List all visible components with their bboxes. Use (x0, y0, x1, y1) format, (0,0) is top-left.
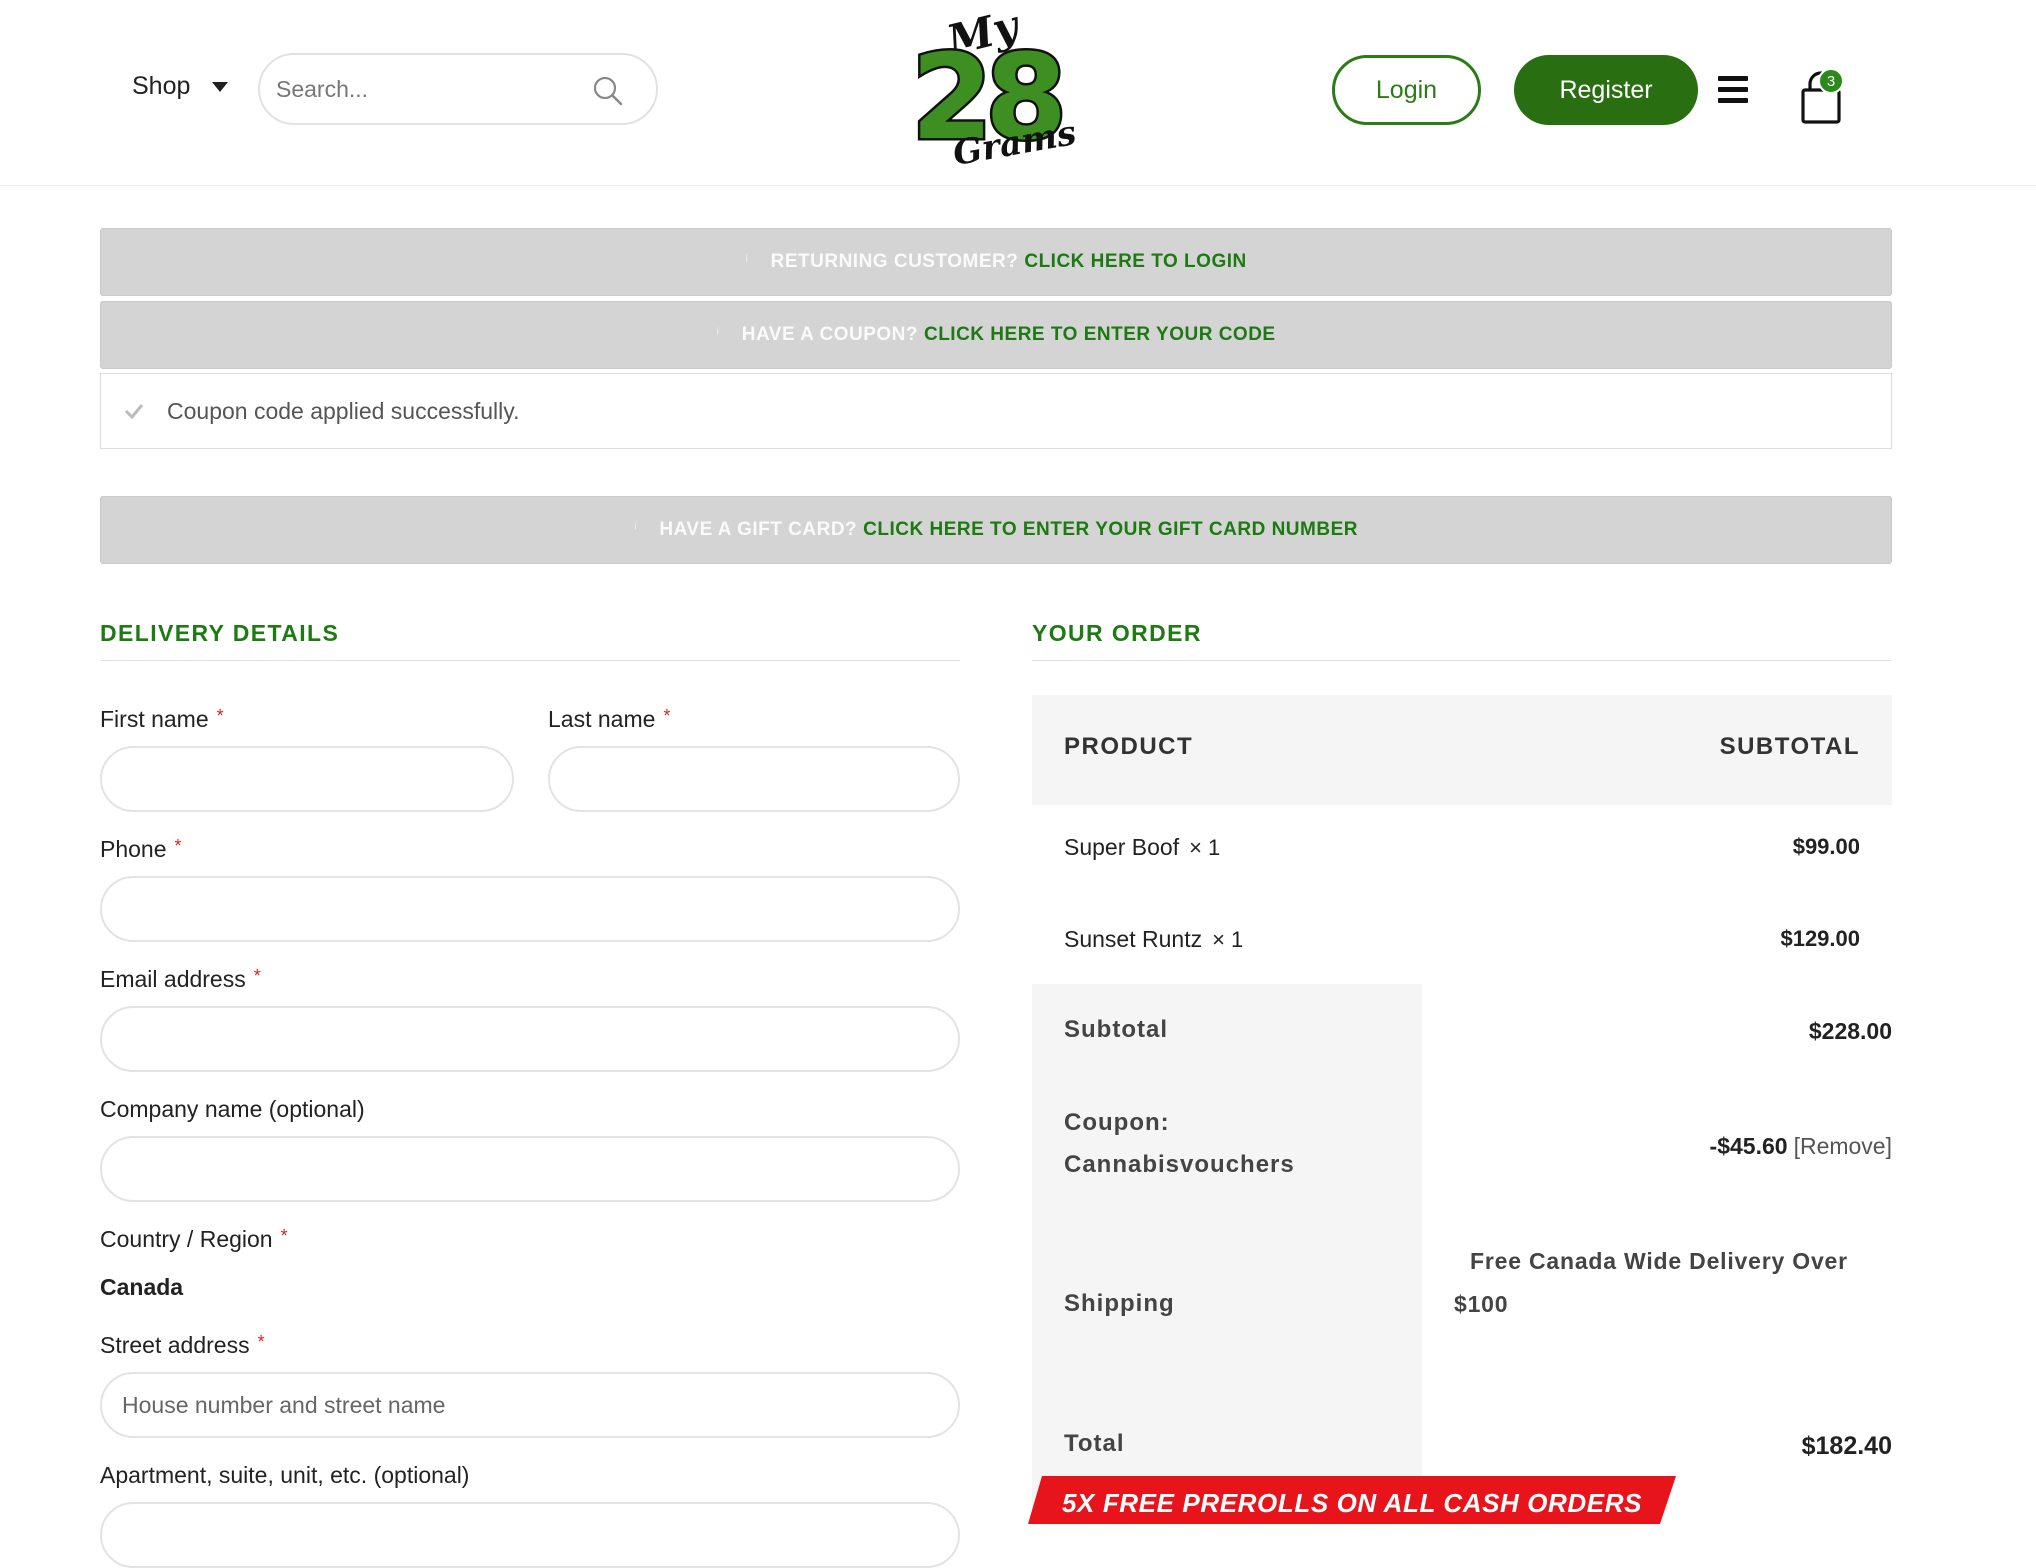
product-column-header: PRODUCT (1064, 733, 1194, 760)
remove-coupon-link[interactable]: [Remove] (1794, 1133, 1892, 1159)
info-icon: ⁱ (716, 327, 720, 344)
email-field (100, 1006, 960, 1072)
gift-card-question-text: HAVE A GIFT CARD? (659, 519, 858, 540)
order-item-row: Super Boof × 1 $99.00 (1032, 800, 1892, 892)
info-icon: ⁱ (634, 522, 638, 539)
returning-customer-text: RETURNING CUSTOMER? (770, 251, 1019, 272)
search-box (258, 53, 658, 125)
cart-count-badge: 3 (1818, 68, 1844, 94)
your-order-title: YOUR ORDER (1032, 620, 1202, 646)
coupon-discount-value: -$45.60 (1709, 1133, 1788, 1159)
login-link[interactable]: CLICK HERE TO LOGIN (1024, 251, 1246, 273)
country-value: Canada (100, 1274, 184, 1300)
phone-input[interactable] (102, 878, 958, 940)
shop-menu[interactable]: Shop (132, 72, 229, 101)
delivery-divider (100, 660, 960, 661)
register-button[interactable]: Register (1514, 55, 1698, 125)
info-icon: ⁱ (745, 254, 749, 271)
product-price: $99.00 (1792, 834, 1860, 859)
chevron-down-icon (212, 81, 229, 92)
last-name-label: Last name * (548, 706, 671, 732)
menu-icon[interactable] (1718, 76, 1748, 104)
last-name-input[interactable] (550, 748, 958, 810)
coupon-success-message: Coupon code applied successfully. (100, 373, 1892, 449)
search-input[interactable] (274, 65, 574, 113)
site-header: Shop My 28 Grams Login Register 3 (0, 0, 2036, 186)
coupon-question-text: HAVE A COUPON? (741, 324, 918, 345)
company-label: Company name (optional) (100, 1096, 365, 1122)
promo-text: 5X FREE PREROLLS ON ALL CASH ORDERS (1062, 1488, 1643, 1518)
company-input[interactable] (102, 1138, 958, 1200)
search-icon[interactable] (592, 75, 624, 107)
returning-customer-notice: ⁱ RETURNING CUSTOMER? CLICK HERE TO LOGI… (100, 228, 1892, 296)
subtotal-value: $228.00 (1808, 1018, 1892, 1044)
total-label: Total (1064, 1430, 1125, 1457)
last-name-field (548, 746, 960, 812)
phone-label: Phone * (100, 836, 182, 862)
check-icon (124, 404, 144, 420)
order-item-row: Sunset Runtz × 1 $129.00 (1032, 892, 1892, 984)
shop-label: Shop (132, 72, 191, 100)
order-table-header: PRODUCT SUBTOTAL (1032, 695, 1892, 805)
apartment-field (100, 1502, 960, 1568)
first-name-input[interactable] (102, 748, 512, 810)
company-field (100, 1136, 960, 1202)
first-name-label: First name * (100, 706, 224, 732)
gift-card-notice: ⁱ HAVE A GIFT CARD? CLICK HERE TO ENTER … (100, 496, 1892, 564)
product-name: Super Boof × 1 (1064, 834, 1221, 860)
site-logo[interactable]: My 28 Grams (905, 8, 1076, 170)
login-button[interactable]: Login (1332, 55, 1481, 125)
shipping-label: Shipping (1064, 1290, 1175, 1317)
coupon-discount: -$45.60 [Remove] (1710, 1133, 1892, 1160)
subtotal-column-header: SUBTOTAL (1719, 733, 1860, 760)
coupon-notice: ⁱ HAVE A COUPON? CLICK HERE TO ENTER YOU… (100, 301, 1892, 369)
product-name: Sunset Runtz × 1 (1064, 926, 1244, 952)
enter-coupon-link[interactable]: CLICK HERE TO ENTER YOUR CODE (924, 324, 1276, 346)
first-name-field (100, 746, 514, 812)
coupon-success-text: Coupon code applied successfully. (167, 397, 520, 424)
total-value: $182.40 (1801, 1432, 1892, 1460)
country-label: Country / Region * (100, 1226, 288, 1252)
street-label: Street address * (100, 1332, 265, 1358)
shipping-value: Free Canada Wide Delivery Over $100 (1454, 1248, 1848, 1317)
apartment-input[interactable] (102, 1504, 958, 1566)
product-price: $129.00 (1780, 926, 1860, 951)
enter-gift-card-link[interactable]: CLICK HERE TO ENTER YOUR GIFT CARD NUMBE… (863, 519, 1358, 541)
email-input[interactable] (102, 1008, 958, 1070)
street-field (100, 1372, 960, 1438)
phone-field (100, 876, 960, 942)
email-label: Email address * (100, 966, 261, 992)
street-input[interactable] (102, 1374, 958, 1436)
subtotal-label: Subtotal (1064, 1016, 1168, 1043)
coupon-label: Coupon: Cannabisvouchers (1064, 1109, 1295, 1178)
delivery-details-title: DELIVERY DETAILS (100, 620, 340, 646)
apartment-label: Apartment, suite, unit, etc. (optional) (100, 1462, 470, 1488)
order-divider (1032, 660, 1892, 661)
